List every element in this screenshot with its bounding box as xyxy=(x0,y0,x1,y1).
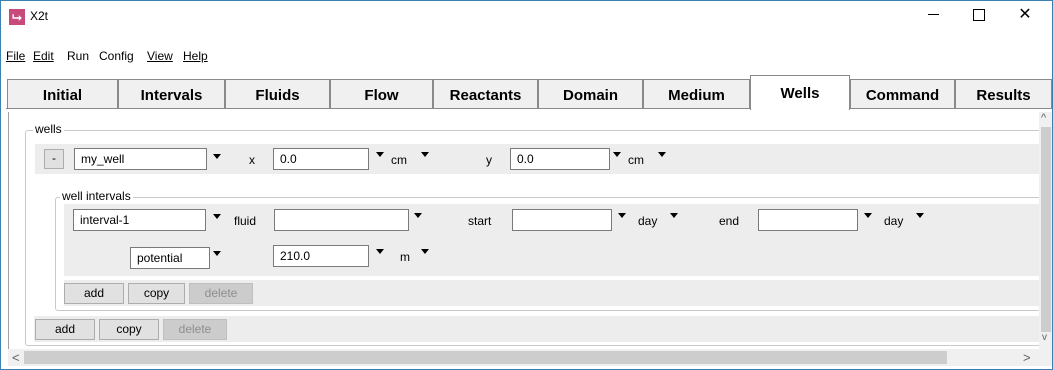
quantity-select[interactable]: potential xyxy=(130,247,210,269)
horizontal-scroll-thumb[interactable] xyxy=(24,351,947,364)
well-name-dropdown-icon[interactable] xyxy=(213,154,221,159)
y-field[interactable]: 0.0 xyxy=(510,148,610,170)
window-title: X2t xyxy=(30,9,49,23)
add-well-button[interactable]: add xyxy=(35,319,95,340)
scroll-down-icon[interactable]: v xyxy=(1042,332,1047,343)
maximize-button[interactable] xyxy=(956,0,1002,30)
maximize-icon xyxy=(973,8,985,21)
end-unit[interactable]: day xyxy=(884,214,903,228)
copy-interval-button[interactable]: copy xyxy=(128,283,185,304)
minimize-icon xyxy=(927,14,939,16)
close-icon: ✕ xyxy=(1018,6,1032,23)
potential-dropdown-icon[interactable] xyxy=(376,249,384,254)
menu-run-label: Run xyxy=(67,49,90,63)
tab-intervals[interactable]: Intervals xyxy=(118,79,225,108)
menu-run[interactable]: Run xyxy=(67,49,89,63)
menu-edit-label: Edit xyxy=(33,49,54,63)
interval-name-field[interactable]: interval-1 xyxy=(73,209,206,231)
end-dropdown-icon[interactable] xyxy=(864,213,872,218)
x-unit[interactable]: cm xyxy=(391,153,407,167)
tab-fluids[interactable]: Fluids xyxy=(225,79,330,108)
tab-domain[interactable]: Domain xyxy=(538,79,643,108)
close-button[interactable]: ✕ xyxy=(1002,0,1048,30)
menu-file-label: File xyxy=(6,49,26,63)
potential-field[interactable]: 210.0 xyxy=(273,245,369,267)
menu-view[interactable]: View xyxy=(147,49,173,63)
scroll-right-icon[interactable]: > xyxy=(1023,350,1031,365)
start-unit[interactable]: day xyxy=(638,214,657,228)
x-dropdown-icon[interactable] xyxy=(376,152,384,157)
scrollbar-corner xyxy=(1039,349,1052,366)
copy-well-button[interactable]: copy xyxy=(99,319,159,340)
y-label: y xyxy=(486,153,492,167)
menu-edit[interactable]: Edit xyxy=(33,49,54,63)
menu-help[interactable]: Help xyxy=(183,49,208,63)
start-field[interactable] xyxy=(512,209,612,231)
start-dropdown-icon[interactable] xyxy=(618,213,626,218)
tab-flow[interactable]: Flow xyxy=(330,79,433,108)
tab-command[interactable]: Command xyxy=(850,79,955,108)
menu-config-label: Config xyxy=(99,49,134,63)
well-name-field[interactable]: my_well xyxy=(74,148,207,170)
y-dropdown-icon[interactable] xyxy=(613,152,621,157)
well-intervals-legend: well intervals xyxy=(60,189,133,203)
start-unit-dropdown-icon[interactable] xyxy=(670,213,678,218)
interval-name-dropdown-icon[interactable] xyxy=(213,214,221,219)
tab-results[interactable]: Results xyxy=(955,79,1052,108)
delete-interval-button[interactable]: delete xyxy=(189,283,253,304)
fluid-field[interactable] xyxy=(274,209,409,231)
tab-reactants[interactable]: Reactants xyxy=(433,79,538,108)
y-unit-dropdown-icon[interactable] xyxy=(658,152,666,157)
collapse-well-button[interactable]: - xyxy=(44,149,64,169)
tab-wells[interactable]: Wells xyxy=(750,75,850,110)
potential-unit-dropdown-icon[interactable] xyxy=(421,249,429,254)
tab-medium[interactable]: Medium xyxy=(643,79,750,108)
fluid-dropdown-icon[interactable] xyxy=(414,213,422,218)
x-field[interactable]: 0.0 xyxy=(273,148,369,170)
menu-config[interactable]: Config xyxy=(99,49,134,63)
potential-unit[interactable]: m xyxy=(400,250,410,264)
menu-file[interactable]: File xyxy=(6,49,25,63)
tab-initial[interactable]: Initial xyxy=(7,79,118,108)
add-interval-button[interactable]: add xyxy=(64,283,124,304)
menu-view-label: View xyxy=(147,49,173,63)
app-logo-icon: ⮡ xyxy=(9,9,25,25)
scroll-up-icon[interactable]: ^ xyxy=(1041,112,1046,124)
delete-well-button[interactable]: delete xyxy=(163,319,227,340)
quantity-dropdown-icon[interactable] xyxy=(213,251,221,256)
start-label: start xyxy=(468,214,492,228)
end-unit-dropdown-icon[interactable] xyxy=(916,213,924,218)
fluid-label: fluid xyxy=(234,214,257,228)
wells-legend: wells xyxy=(33,122,64,136)
minimize-button[interactable] xyxy=(910,0,956,30)
scroll-left-icon[interactable]: < xyxy=(12,350,20,365)
x-label: x xyxy=(249,153,255,167)
vertical-scroll-thumb[interactable] xyxy=(1041,127,1051,332)
x-unit-dropdown-icon[interactable] xyxy=(421,152,429,157)
y-unit[interactable]: cm xyxy=(628,153,644,167)
end-label: end xyxy=(719,214,740,228)
end-field[interactable] xyxy=(758,209,858,231)
menu-help-label: Help xyxy=(183,49,208,63)
